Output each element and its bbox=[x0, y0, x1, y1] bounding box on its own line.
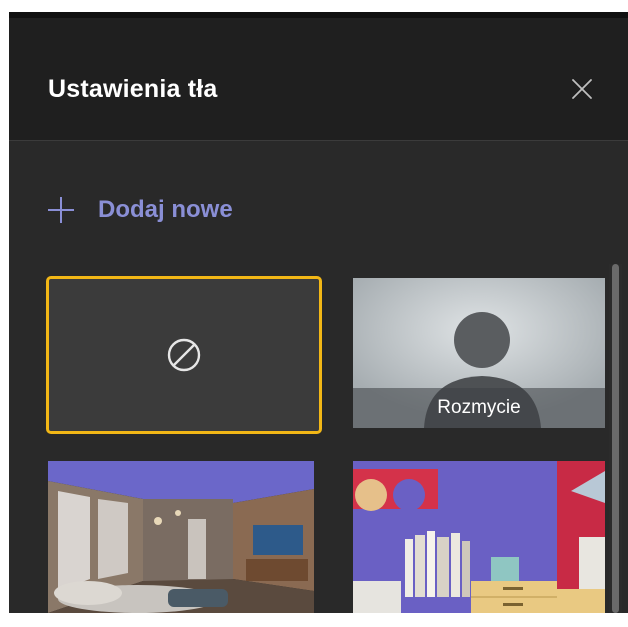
scrollbar[interactable] bbox=[609, 264, 622, 613]
plus-icon bbox=[48, 197, 74, 223]
add-new-label: Dodaj nowe bbox=[98, 196, 233, 223]
close-icon bbox=[572, 79, 592, 99]
panel-header: Ustawienia tła bbox=[9, 18, 628, 141]
background-settings-panel: Ustawienia tła Dodaj nowe Rozmycie bbox=[9, 12, 628, 613]
close-button[interactable] bbox=[565, 72, 599, 106]
add-new-button[interactable]: Dodaj nowe bbox=[46, 192, 233, 228]
living-room-image bbox=[48, 461, 314, 613]
scrollbar-thumb[interactable] bbox=[612, 264, 619, 613]
panel-title: Ustawienia tła bbox=[48, 75, 218, 103]
background-option-none[interactable] bbox=[46, 276, 322, 434]
none-icon bbox=[167, 338, 201, 372]
background-option-blur[interactable]: Rozmycie bbox=[353, 278, 605, 428]
blur-caption: Rozmycie bbox=[353, 388, 605, 428]
background-option-living-room[interactable] bbox=[48, 461, 314, 613]
bookshelf-image bbox=[353, 461, 605, 613]
background-option-bookshelf[interactable] bbox=[353, 461, 605, 613]
